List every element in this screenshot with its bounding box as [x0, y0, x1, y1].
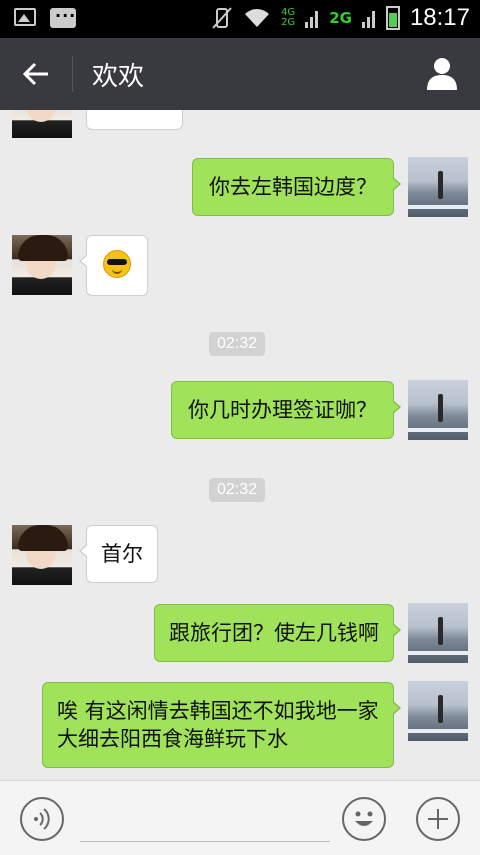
battery-icon: [385, 6, 400, 30]
timestamp: 02:32: [209, 478, 266, 502]
contact-profile-icon[interactable]: [426, 56, 458, 90]
smiley-face-icon: [355, 811, 373, 826]
input-bar: [0, 780, 480, 855]
contact-avatar[interactable]: [12, 235, 72, 295]
contact-avatar[interactable]: [12, 110, 72, 138]
back-arrow-icon[interactable]: [20, 58, 52, 90]
emoji-icon[interactable]: [342, 797, 386, 841]
message-bubble-incoming[interactable]: 我知道: [86, 110, 183, 130]
my-avatar[interactable]: [408, 681, 468, 741]
message-bubble-outgoing[interactable]: 你去左韩国边度？: [192, 158, 401, 216]
timestamp: 02:32: [209, 332, 266, 356]
voice-icon[interactable]: [20, 797, 64, 841]
vibrate-mute-icon: [212, 7, 232, 29]
my-avatar[interactable]: [408, 157, 468, 217]
sunglasses-emoji-icon: [103, 250, 131, 278]
voice-wave-icon: [34, 808, 50, 830]
status-bar: 4G 2G 2G 18:17: [0, 0, 480, 38]
contact-avatar[interactable]: [12, 525, 72, 585]
network-label: 2G: [329, 9, 352, 27]
message-notification-icon: [50, 6, 76, 28]
message-bubble-incoming[interactable]: [79, 235, 148, 296]
chat-title: 欢欢: [92, 62, 145, 92]
gallery-notification-icon: [14, 8, 36, 26]
my-avatar[interactable]: [408, 603, 468, 663]
message-bubble-outgoing[interactable]: 唉 有这闲情去韩国还不如我地一家大细去阳西食海鲜玩下水: [42, 682, 401, 768]
signal-icon: [305, 11, 319, 28]
header-divider: [72, 56, 73, 92]
chat-header: 欢欢: [0, 38, 480, 110]
signal-icon-2: [361, 11, 375, 28]
plus-icon[interactable]: [416, 797, 460, 841]
network-type-bottom: 2G: [281, 17, 296, 28]
message-input[interactable]: [80, 841, 330, 842]
wifi-icon: [245, 9, 270, 27]
message-bubble-incoming[interactable]: 首尔: [79, 525, 158, 583]
message-bubble-outgoing[interactable]: 跟旅行团？使左几钱啊: [154, 604, 401, 662]
status-time: 18:17: [409, 4, 470, 31]
message-bubble-outgoing[interactable]: 你几时办理签证咖？: [171, 381, 401, 439]
message-list[interactable]: 我知道 你去左韩国边度？ 02:32 你几时办理签证咖？ 02:32 首尔 跟旅…: [0, 110, 480, 780]
my-avatar[interactable]: [408, 380, 468, 440]
